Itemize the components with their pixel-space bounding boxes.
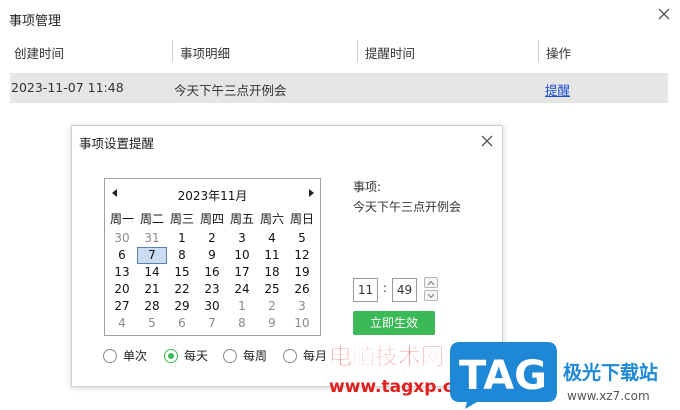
calendar-day[interactable]: 19 — [287, 264, 317, 281]
calendar-day[interactable]: 23 — [197, 281, 227, 298]
calendar-day[interactable]: 5 — [287, 230, 317, 247]
apply-now-button[interactable]: 立即生效 — [353, 311, 435, 335]
calendar-day[interactable]: 27 — [107, 298, 137, 315]
chevron-down-icon — [427, 293, 435, 299]
dialog-title: 事项设置提醒 — [79, 136, 155, 151]
time-separator: : — [383, 281, 388, 295]
calendar-day[interactable]: 29 — [167, 298, 197, 315]
next-month-icon[interactable] — [307, 188, 315, 198]
calendar-day[interactable]: 4 — [107, 315, 137, 332]
calendar-day[interactable]: 28 — [137, 298, 167, 315]
column-header-created: 创建时间 — [14, 46, 65, 61]
repeat-option-once[interactable]: 单次 — [103, 347, 147, 364]
calendar-day[interactable]: 10 — [227, 247, 257, 264]
hour-field[interactable]: 11 — [353, 278, 378, 302]
radio-icon — [164, 348, 178, 363]
calendar-day[interactable]: 10 — [287, 315, 317, 332]
weekday-label: 周六 — [259, 212, 284, 226]
calendar-day[interactable]: 6 — [107, 247, 137, 264]
calendar-day[interactable]: 25 — [257, 281, 287, 298]
calendar-day[interactable]: 9 — [197, 247, 227, 264]
watermark-site-text: 极光下载站 — [563, 361, 658, 384]
calendar-month-label: 2023年11月 — [177, 189, 248, 203]
calendar-day[interactable]: 3 — [287, 298, 317, 315]
repeat-option-label: 每天 — [184, 349, 209, 363]
item-value: 今天下午三点开例会 — [353, 200, 462, 214]
calendar-day[interactable]: 30 — [107, 230, 137, 247]
calendar-day[interactable]: 20 — [107, 281, 137, 298]
chevron-up-icon — [427, 280, 435, 286]
column-divider — [172, 40, 173, 62]
calendar-day[interactable]: 8 — [167, 247, 197, 264]
calendar-day[interactable]: 26 — [287, 281, 317, 298]
repeat-option-label: 单次 — [123, 349, 148, 363]
calendar-day[interactable]: 14 — [137, 264, 167, 281]
calendar-day[interactable]: 17 — [227, 264, 257, 281]
calendar-day[interactable]: 5 — [137, 315, 167, 332]
calendar-day[interactable]: 2 — [197, 230, 227, 247]
close-icon[interactable] — [656, 6, 672, 22]
calendar-day[interactable]: 22 — [167, 281, 197, 298]
calendar-day[interactable]: 1 — [227, 298, 257, 315]
watermark-site-url: www.xz7.com — [567, 389, 650, 403]
calendar-day[interactable]: 8 — [227, 315, 257, 332]
calendar-day[interactable]: 24 — [227, 281, 257, 298]
calendar-day[interactable]: 31 — [137, 230, 167, 247]
time-increment-button[interactable] — [424, 277, 438, 288]
row-created-cell: 2023-11-07 11:48 — [11, 80, 124, 95]
calendar-day[interactable]: 13 — [107, 264, 137, 281]
time-decrement-button[interactable] — [424, 290, 438, 301]
calendar-weekday-row: 周一 周二 周三 周四 周五 周六 周日 — [107, 210, 317, 227]
calendar-day-grid: 30 31 1 2 3 4 5 6 7 8 9 10 11 12 13 14 15 16 17 18 19 20 21 22 2… — [107, 230, 317, 332]
weekday-label: 周三 — [169, 212, 194, 226]
calendar-day[interactable]: 7 — [137, 247, 167, 264]
row-detail-cell: 今天下午三点开例会 — [174, 83, 287, 98]
calendar-day[interactable]: 18 — [257, 264, 287, 281]
calendar-day[interactable]: 3 — [227, 230, 257, 247]
column-divider — [538, 40, 539, 62]
calendar-day[interactable]: 15 — [167, 264, 197, 281]
item-label: 事项: — [353, 180, 382, 194]
repeat-option-monthly[interactable]: 每月 — [283, 347, 327, 364]
repeat-option-label: 每周 — [243, 349, 268, 363]
calendar-day[interactable]: 2 — [257, 298, 287, 315]
reminder-dialog: 事项设置提醒 2023年11月 周一 周二 周三 周四 周五 周六 周日 30 31 1 2 3 4 5… — [71, 125, 503, 387]
weekday-label: 周四 — [199, 212, 224, 226]
window-title: 事项管理 — [9, 14, 62, 29]
calendar: 2023年11月 周一 周二 周三 周四 周五 周六 周日 30 31 1 2 3 4 5 6 7 8 9 10 1… — [104, 178, 321, 336]
calendar-day[interactable]: 6 — [167, 315, 197, 332]
weekday-label: 周二 — [139, 212, 164, 226]
weekday-label: 周五 — [229, 212, 254, 226]
calendar-day[interactable]: 30 — [197, 298, 227, 315]
calendar-day[interactable]: 11 — [257, 247, 287, 264]
calendar-day[interactable]: 12 — [287, 247, 317, 264]
weekday-label: 周一 — [109, 212, 134, 226]
calendar-day[interactable]: 16 — [197, 264, 227, 281]
calendar-day[interactable]: 7 — [197, 315, 227, 332]
radio-icon — [223, 348, 237, 363]
column-divider — [357, 40, 358, 62]
column-header-detail: 事项明细 — [180, 46, 231, 61]
calendar-day[interactable]: 9 — [257, 315, 287, 332]
repeat-option-daily[interactable]: 每天 — [164, 347, 208, 364]
remind-link[interactable]: 提醒 — [545, 80, 570, 99]
calendar-day[interactable]: 4 — [257, 230, 287, 247]
radio-icon — [283, 348, 297, 363]
repeat-option-weekly[interactable]: 每周 — [223, 347, 267, 364]
calendar-day[interactable]: 21 — [137, 281, 167, 298]
weekday-label: 周日 — [289, 212, 314, 226]
minute-field[interactable]: 49 — [392, 278, 417, 302]
calendar-day[interactable]: 1 — [167, 230, 197, 247]
repeat-option-label: 每月 — [303, 349, 328, 363]
column-header-remind: 提醒时间 — [365, 46, 416, 61]
radio-icon — [103, 348, 117, 363]
column-header-action: 操作 — [546, 46, 572, 61]
close-icon[interactable] — [479, 133, 495, 149]
